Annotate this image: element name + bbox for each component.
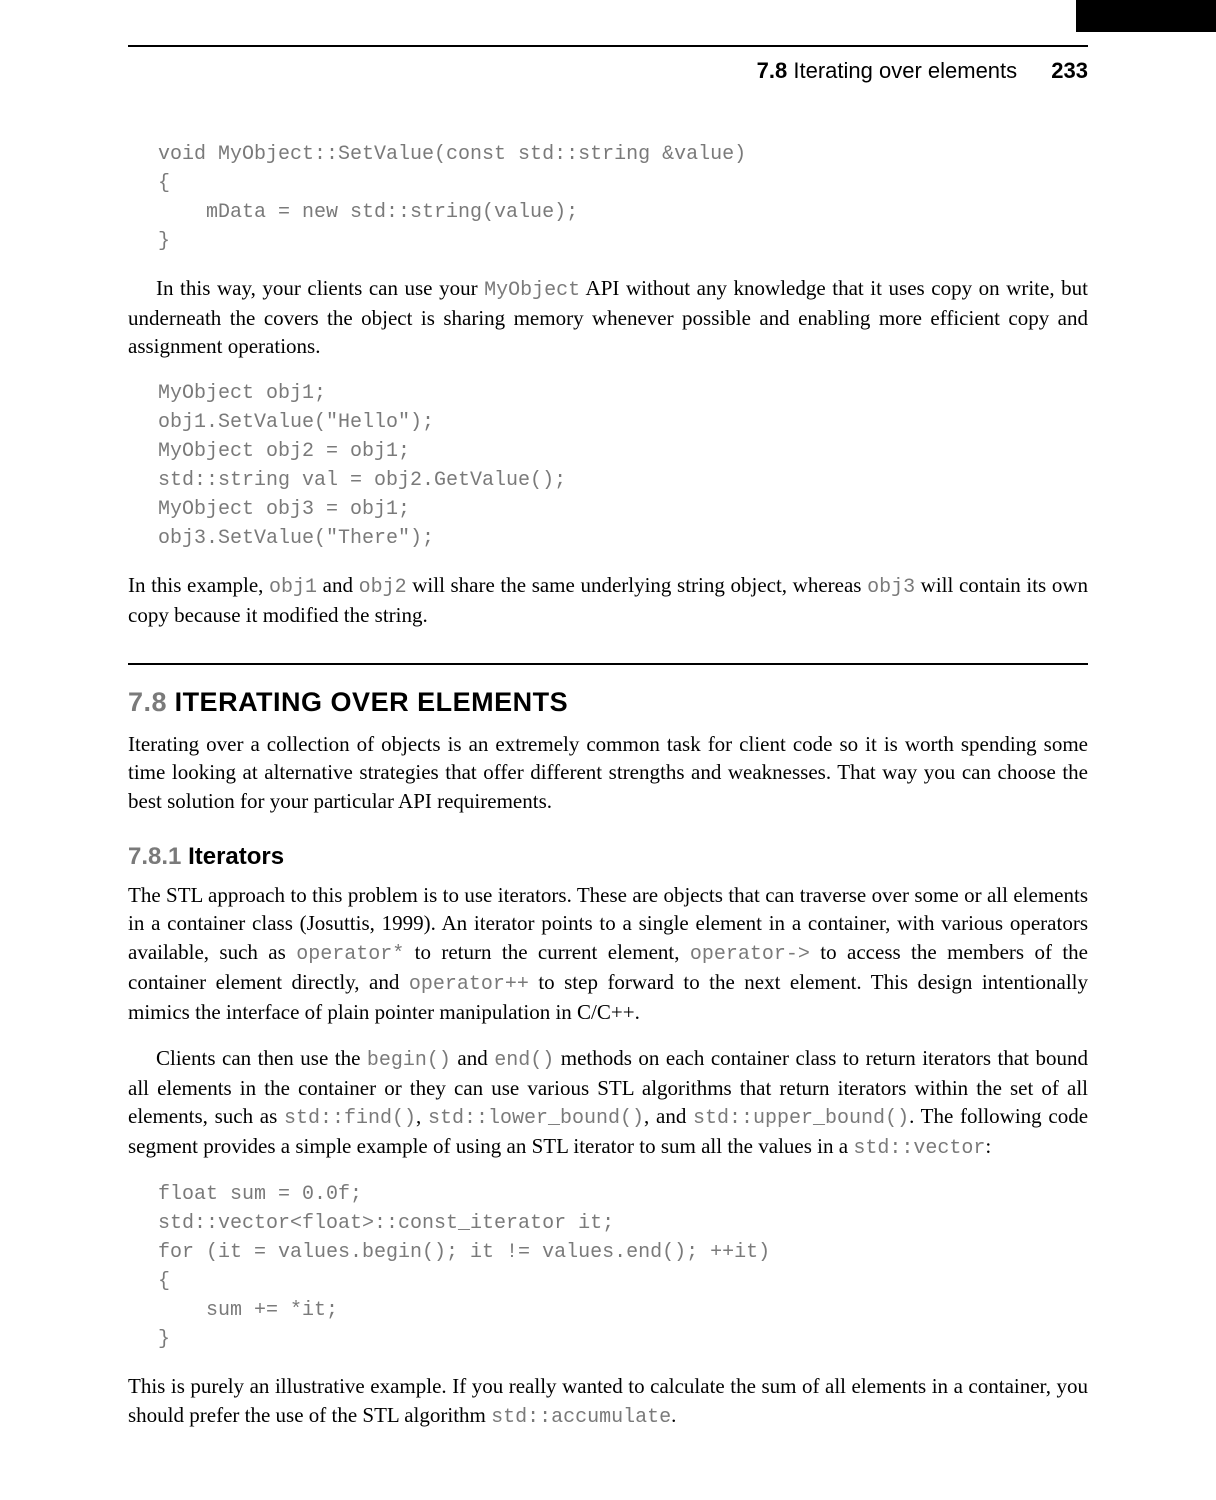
- page-number: 233: [1051, 58, 1088, 83]
- subsection-title: Iterators: [188, 843, 284, 870]
- page-tab: [1076, 0, 1216, 32]
- text: and: [451, 1046, 494, 1070]
- inline-code: std::vector: [853, 1137, 985, 1160]
- inline-code: std::lower_bound(): [428, 1107, 644, 1130]
- inline-code: MyObject: [484, 279, 580, 302]
- text: to return the current element,: [404, 940, 690, 964]
- inline-code: end(): [494, 1049, 554, 1072]
- text: , and: [644, 1104, 693, 1128]
- content: void MyObject::SetValue(const std::strin…: [128, 140, 1088, 1449]
- paragraph: In this way, your clients can use your M…: [128, 274, 1088, 361]
- subsection-heading: 7.8.1 Iterators: [128, 843, 1088, 871]
- text: Clients can then use the: [156, 1046, 367, 1070]
- text: will share the same underlying string ob…: [407, 573, 867, 597]
- subsection-number: 7.8.1: [128, 843, 181, 870]
- section-heading: 7.8 ITERATING OVER ELEMENTS: [128, 687, 1088, 718]
- code-block-example-usage: MyObject obj1; obj1.SetValue("Hello"); M…: [158, 379, 1088, 553]
- inline-code: obj1: [269, 576, 317, 599]
- code-block-setvalue: void MyObject::SetValue(const std::strin…: [158, 140, 1088, 256]
- text: and: [317, 573, 359, 597]
- inline-code: obj2: [359, 576, 407, 599]
- text: In this way, your clients can use your: [156, 276, 484, 300]
- header-section-number: 7.8: [757, 58, 788, 83]
- section-rule: [128, 663, 1088, 665]
- paragraph: This is purely an illustrative example. …: [128, 1372, 1088, 1430]
- inline-code: std::accumulate: [491, 1406, 671, 1429]
- paragraph: In this example, obj1 and obj2 will shar…: [128, 571, 1088, 629]
- inline-code: obj3: [867, 576, 915, 599]
- page: 7.8 Iterating over elements 233 void MyO…: [0, 0, 1216, 1500]
- header-section-title: Iterating over elements: [793, 58, 1017, 83]
- text: In this example,: [128, 573, 269, 597]
- inline-code: begin(): [367, 1049, 451, 1072]
- section-number: 7.8: [128, 687, 167, 717]
- inline-code: operator++: [409, 973, 529, 996]
- running-head: 7.8 Iterating over elements 233: [757, 58, 1088, 84]
- text: ,: [416, 1104, 428, 1128]
- inline-code: std::upper_bound(): [693, 1107, 909, 1130]
- inline-code: operator->: [690, 943, 810, 966]
- header-rule: [128, 45, 1088, 47]
- paragraph: Iterating over a collection of objects i…: [128, 730, 1088, 815]
- text: .: [671, 1403, 676, 1427]
- inline-code: operator*: [296, 943, 404, 966]
- code-block-iterator-sum: float sum = 0.0f; std::vector<float>::co…: [158, 1180, 1088, 1354]
- paragraph: The STL approach to this problem is to u…: [128, 881, 1088, 1026]
- paragraph: Clients can then use the begin() and end…: [128, 1044, 1088, 1162]
- text: :: [985, 1134, 991, 1158]
- section-title: ITERATING OVER ELEMENTS: [175, 687, 569, 717]
- inline-code: std::find(): [284, 1107, 416, 1130]
